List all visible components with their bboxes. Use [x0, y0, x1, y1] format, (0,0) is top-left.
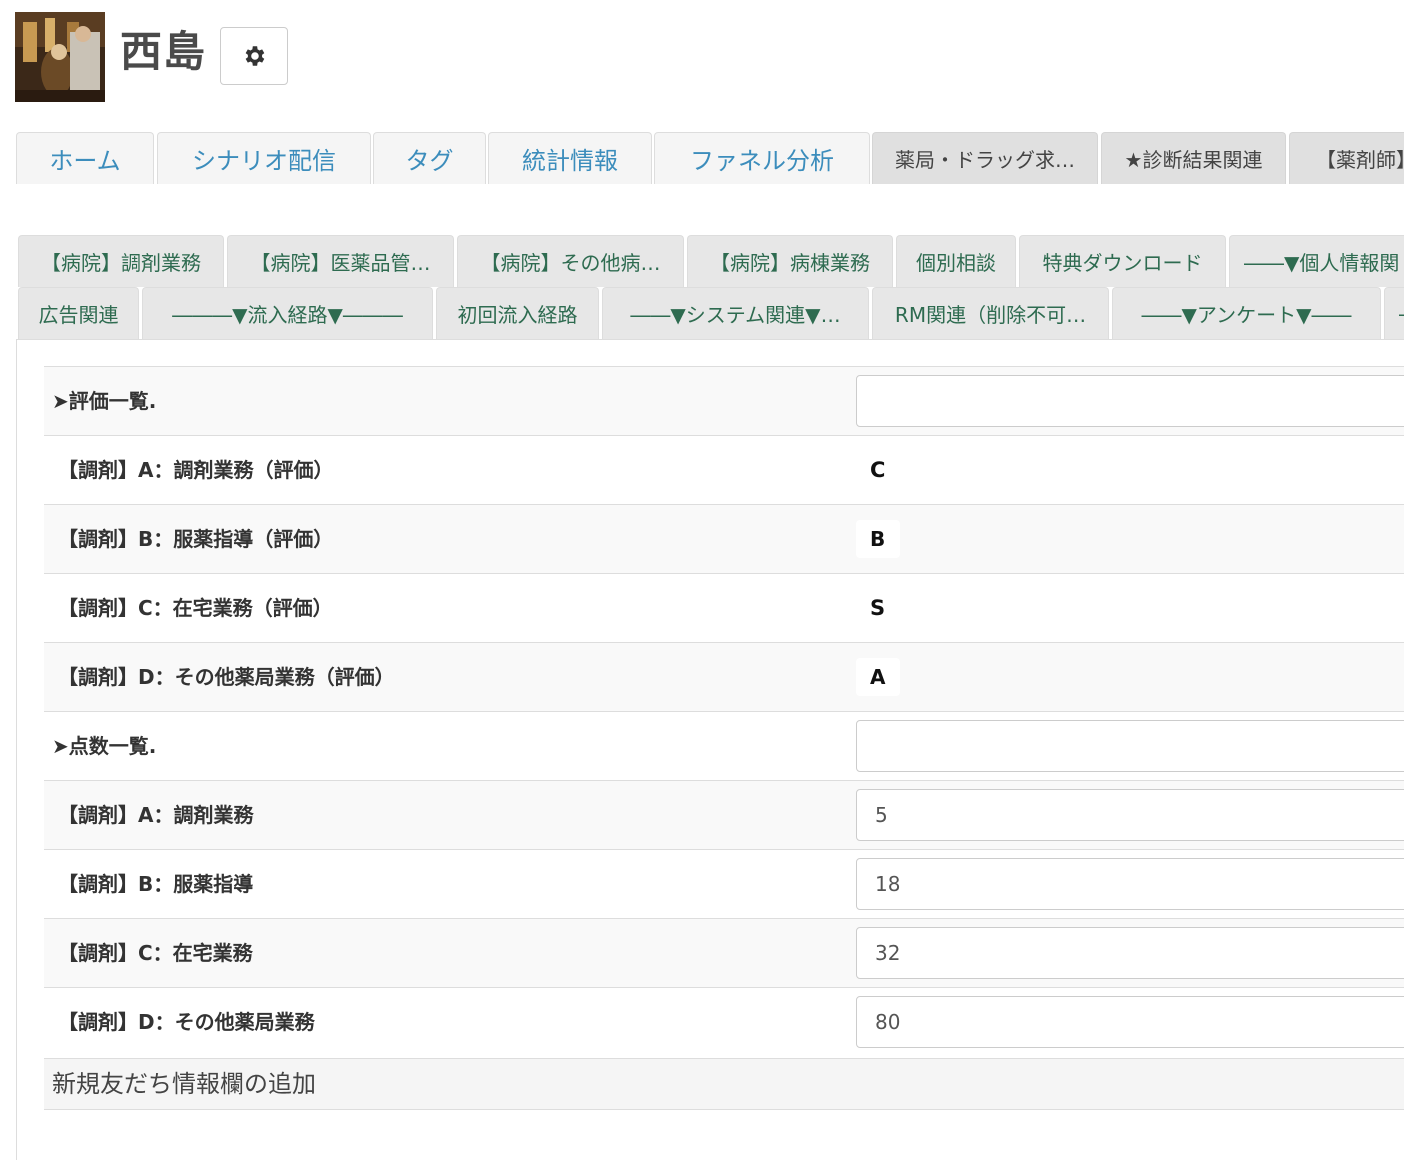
eval-b-value[interactable]: B [856, 520, 900, 558]
tab-home[interactable]: ホーム [16, 132, 154, 184]
sub-tab-hospital-dispensing[interactable]: 【病院】調剤業務 [18, 235, 224, 287]
table-row: 【調剤】A：調剤業務 5 [44, 780, 1404, 849]
sub-nav: 【病院】調剤業務 【病院】医薬品管… 【病院】その他病… 【病院】病棟業務 個別… [18, 235, 1404, 339]
add-field-row: 新規友だち情報欄の追加 [44, 1058, 1404, 1110]
eval-d-value[interactable]: A [856, 658, 900, 696]
sub-tab-more[interactable]: ― [1384, 287, 1404, 339]
tab-diagnosis[interactable]: ★診断結果関連 [1101, 132, 1286, 184]
field-label: 【調剤】D：その他薬局業務（評価） [58, 665, 395, 689]
table-row: 【調剤】C：在宅業務（評価） S [44, 573, 1404, 642]
table-row: ➤評価一覧. [44, 366, 1404, 435]
field-label: 【調剤】B：服薬指導 [58, 872, 254, 896]
sub-tab-first-inflow[interactable]: 初回流入経路 [436, 287, 599, 339]
avatar [15, 12, 105, 102]
tab-tags[interactable]: タグ [373, 132, 486, 184]
table-row: 【調剤】D：その他薬局業務 80 [44, 987, 1404, 1056]
tab-stats[interactable]: 統計情報 [488, 132, 652, 184]
settings-button[interactable] [220, 27, 288, 85]
page-title: 西島 [120, 27, 207, 76]
sub-tab-survey[interactable]: ――▼アンケート▼―― [1112, 287, 1381, 339]
table-row: 【調剤】A：調剤業務（評価） C [44, 435, 1404, 504]
sub-tab-hospital-ward[interactable]: 【病院】病棟業務 [687, 235, 893, 287]
sub-tab-personal-info[interactable]: ――▼個人情報関 [1229, 235, 1404, 287]
evaluation-header-input[interactable] [856, 375, 1404, 427]
table-row: 【調剤】B：服薬指導（評価） B [44, 504, 1404, 573]
sub-tab-inflow-route[interactable]: ―――▼流入経路▼――― [142, 287, 433, 339]
table-row: 【調剤】C：在宅業務 32 [44, 918, 1404, 987]
eval-a-value[interactable]: C [870, 436, 885, 504]
main-nav: ホーム シナリオ配信 タグ 統計情報 ファネル分析 薬局・ドラッグ求… ★診断結… [16, 132, 1404, 184]
field-label: 【調剤】C：在宅業務（評価） [58, 596, 333, 620]
sub-tab-consultation[interactable]: 個別相談 [896, 235, 1016, 287]
table-row: 【調剤】B：服薬指導 18 [44, 849, 1404, 918]
score-d-input[interactable]: 80 [856, 996, 1404, 1048]
tab-scenario[interactable]: シナリオ配信 [157, 132, 371, 184]
score-header-input[interactable] [856, 720, 1404, 772]
field-label: 【調剤】A：調剤業務（評価） [58, 458, 334, 482]
eval-c-value[interactable]: S [870, 574, 885, 642]
score-c-input[interactable]: 32 [856, 927, 1404, 979]
tab-pharmacy-jobs[interactable]: 薬局・ドラッグ求… [872, 132, 1098, 184]
table-row: ➤点数一覧. [44, 711, 1404, 780]
gear-icon [245, 46, 265, 66]
field-label: 【調剤】A：調剤業務 [58, 803, 254, 827]
field-label: ➤点数一覧. [52, 734, 157, 758]
tab-funnel[interactable]: ファネル分析 [654, 132, 870, 184]
score-a-input[interactable]: 5 [856, 789, 1404, 841]
sub-tab-download[interactable]: 特典ダウンロード [1019, 235, 1226, 287]
sub-tab-rm[interactable]: RM関連（削除不可… [872, 287, 1109, 339]
sub-tab-system[interactable]: ――▼システム関連▼… [602, 287, 869, 339]
table-row: 【調剤】D：その他薬局業務（評価） A [44, 642, 1404, 711]
field-label: 【調剤】C：在宅業務 [58, 941, 253, 965]
sub-tab-hospital-other[interactable]: 【病院】その他病… [457, 235, 684, 287]
score-b-input[interactable]: 18 [856, 858, 1404, 910]
field-label: ➤評価一覧. [52, 389, 157, 413]
sub-tab-ads[interactable]: 広告関連 [18, 287, 139, 339]
field-label: 【調剤】B：服薬指導（評価） [58, 527, 334, 551]
sub-tab-hospital-drug-mgmt[interactable]: 【病院】医薬品管… [227, 235, 454, 287]
field-label: 【調剤】D：その他薬局業務 [58, 1010, 315, 1034]
add-field-link[interactable]: 新規友だち情報欄の追加 [52, 1059, 316, 1109]
tab-pharmacist[interactable]: 【薬剤師】 [1289, 132, 1404, 184]
